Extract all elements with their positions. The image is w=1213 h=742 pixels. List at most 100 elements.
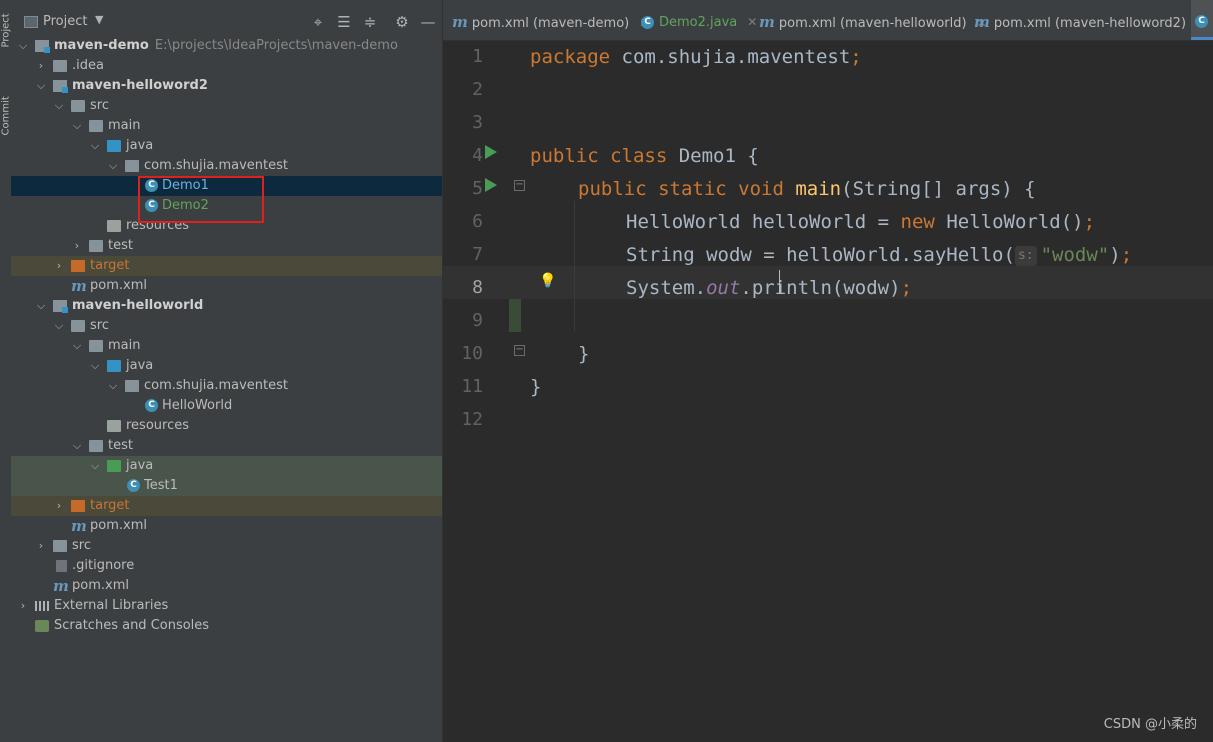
tree-item-scratches[interactable]: Scratches and Consoles bbox=[11, 616, 442, 636]
project-view-icon bbox=[24, 16, 38, 28]
tree-label: test bbox=[108, 238, 133, 253]
chevron-right-icon[interactable]: › bbox=[53, 496, 65, 516]
close-icon[interactable]: ✕ bbox=[747, 15, 757, 29]
tree-label: maven-helloword2 bbox=[72, 78, 208, 93]
chevron-down-icon[interactable]: ⌵ bbox=[71, 336, 83, 356]
chevron-down-icon[interactable]: ⌵ bbox=[89, 356, 101, 376]
tree-item-pom[interactable]: m pom.xml bbox=[11, 576, 442, 596]
line-number: 5 bbox=[472, 178, 483, 199]
tree-item-helloworld[interactable]: C HelloWorld bbox=[11, 396, 442, 416]
tree-label: src bbox=[90, 318, 109, 333]
tree-item-target[interactable]: › target bbox=[11, 496, 442, 516]
chevron-down-icon[interactable]: ⌵ bbox=[35, 76, 47, 96]
chevron-down-icon[interactable]: ⌵ bbox=[17, 36, 29, 56]
code-text: ) bbox=[1109, 244, 1121, 266]
tree-item-maven-demo[interactable]: ⌵ maven-demo E:\projects\IdeaProjects\mav… bbox=[11, 36, 442, 56]
tab-pom-maven-demo[interactable]: mpom.xml (maven-demo)✕ bbox=[452, 0, 649, 40]
fold-icon[interactable]: − bbox=[514, 180, 525, 191]
line-number: 3 bbox=[472, 112, 483, 133]
line-number: 11 bbox=[461, 376, 483, 397]
tree-item-package[interactable]: ⌵ com.shujia.maventest bbox=[11, 156, 442, 176]
tree-item-src[interactable]: ⌵ src bbox=[11, 96, 442, 116]
crosshair-icon[interactable]: ⌖ bbox=[309, 13, 327, 31]
chevron-right-icon[interactable]: › bbox=[71, 236, 83, 256]
chevron-down-icon[interactable]: ⌵ bbox=[89, 456, 101, 476]
tree-item-idea[interactable]: › .idea bbox=[11, 56, 442, 76]
code-editor[interactable]: 1 2 3 4 5 6 7 8 9 10 11 12 − − 💡 package… bbox=[443, 41, 1213, 742]
chevron-down-icon[interactable]: ⌵ bbox=[35, 296, 47, 316]
tree-label: java bbox=[126, 138, 154, 153]
tree-item-external-libraries[interactable]: › External Libraries bbox=[11, 596, 442, 616]
string-literal: "wodw" bbox=[1040, 244, 1110, 266]
tab-pom-maven-helloword2[interactable]: mpom.xml (maven-helloword2)✕ bbox=[974, 0, 1206, 40]
tree-item-target[interactable]: › target bbox=[11, 256, 442, 276]
chevron-down-icon[interactable]: ⌵ bbox=[53, 316, 65, 336]
module-folder-icon bbox=[53, 300, 68, 313]
tree-item-main[interactable]: ⌵ main bbox=[11, 336, 442, 356]
gear-icon[interactable]: ⚙ bbox=[393, 13, 411, 31]
tree-item-gitignore[interactable]: .gitignore bbox=[11, 556, 442, 576]
tree-item-resources[interactable]: resources bbox=[11, 416, 442, 436]
tree-item-src[interactable]: ⌵ src bbox=[11, 316, 442, 336]
keyword: public static void bbox=[578, 178, 784, 200]
chevron-right-icon[interactable]: › bbox=[53, 256, 65, 276]
tree-item-main[interactable]: ⌵ main bbox=[11, 116, 442, 136]
package-icon bbox=[125, 160, 139, 172]
chevron-down-icon[interactable]: ⌵ bbox=[53, 96, 65, 116]
tab-pom-maven-helloworld[interactable]: m pom.xml (maven-helloworld) ✕ bbox=[759, 0, 987, 40]
semicolon: ; bbox=[1120, 244, 1133, 266]
fold-icon[interactable]: − bbox=[514, 345, 525, 356]
folder-icon bbox=[89, 440, 103, 452]
tab-label: pom.xml (maven-helloworld) bbox=[778, 16, 967, 31]
tab-demo2-java[interactable]: C Demo2.java ✕ bbox=[641, 0, 757, 40]
source-folder-icon bbox=[107, 140, 121, 152]
commit-side-tab[interactable]: Commit bbox=[1, 92, 12, 135]
tree-item-test[interactable]: ⌵ test bbox=[11, 436, 442, 456]
tree-item-java[interactable]: ⌵ java bbox=[11, 136, 442, 156]
chevron-down-icon[interactable]: ▼ bbox=[95, 13, 103, 26]
code-line-10: } bbox=[578, 343, 590, 365]
excluded-folder-icon bbox=[71, 260, 85, 272]
folder-icon bbox=[53, 540, 67, 552]
code-text: System. bbox=[626, 277, 707, 299]
code-text: String wodw = helloWorld.sayHello( bbox=[626, 244, 1015, 266]
project-side-tab[interactable]: Project bbox=[1, 4, 12, 47]
chevron-down-icon[interactable]: ⌵ bbox=[107, 376, 119, 396]
tree-label: Test1 bbox=[144, 478, 178, 493]
collapse-all-icon[interactable]: ≑ bbox=[361, 13, 379, 31]
tree-item-java[interactable]: ⌵ java bbox=[11, 356, 442, 376]
tree-label: maven-helloworld bbox=[72, 298, 204, 313]
project-panel-title[interactable]: Project bbox=[43, 14, 87, 29]
tree-item-pom[interactable]: m pom.xml bbox=[11, 276, 442, 296]
chevron-right-icon[interactable]: › bbox=[35, 536, 47, 556]
minimize-icon[interactable]: — bbox=[419, 13, 437, 31]
code-text: HelloWorld helloWorld = bbox=[626, 211, 901, 233]
line-number: 10 bbox=[461, 343, 483, 364]
code-line-7: String wodw = helloWorld.sayHello(s: "wod… bbox=[626, 242, 1132, 275]
tree-item-maven-helloword2[interactable]: ⌵ maven-helloword2 bbox=[11, 76, 442, 96]
chevron-down-icon[interactable]: ⌵ bbox=[71, 436, 83, 456]
code-line-4: public class Demo1 { bbox=[530, 143, 759, 176]
chevron-down-icon[interactable]: ⌵ bbox=[107, 156, 119, 176]
run-gutter-icon[interactable] bbox=[485, 145, 497, 159]
chevron-right-icon[interactable]: › bbox=[17, 596, 29, 616]
chevron-right-icon[interactable]: › bbox=[35, 56, 47, 76]
code-line-1: package com.shujia.maventest; bbox=[530, 44, 862, 77]
tree-label: test bbox=[108, 438, 133, 453]
tree-item-test-java[interactable]: ⌵ java bbox=[11, 456, 442, 476]
chevron-down-icon[interactable]: ⌵ bbox=[89, 136, 101, 156]
expand-all-icon[interactable]: ☰ bbox=[335, 13, 353, 31]
tree-item-pom[interactable]: m pom.xml bbox=[11, 516, 442, 536]
tree-item-maven-helloworld[interactable]: ⌵ maven-helloworld bbox=[11, 296, 442, 316]
tree-item-package[interactable]: ⌵ com.shujia.maventest bbox=[11, 376, 442, 396]
run-gutter-icon[interactable] bbox=[485, 178, 497, 192]
parameter-hint: s: bbox=[1014, 246, 1037, 266]
lightbulb-icon[interactable]: 💡 bbox=[539, 273, 556, 289]
semicolon: ; bbox=[850, 46, 862, 68]
chevron-down-icon[interactable]: ⌵ bbox=[71, 116, 83, 136]
tree-item-test1[interactable]: C Test1 bbox=[11, 476, 442, 496]
tab-demo1-java[interactable]: C bbox=[1191, 0, 1213, 40]
tree-item-test[interactable]: › test bbox=[11, 236, 442, 256]
folder-icon bbox=[53, 60, 67, 72]
tree-item-src[interactable]: › src bbox=[11, 536, 442, 556]
